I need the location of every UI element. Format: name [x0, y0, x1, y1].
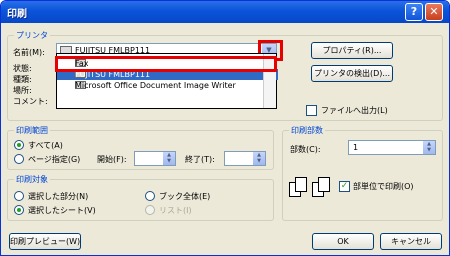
print-target-label: 印刷対象 — [14, 174, 50, 185]
collate-page-icon — [295, 177, 307, 192]
range-pages-label: ページ指定(G) — [28, 155, 81, 164]
collate-checkbox[interactable]: ✓ — [339, 181, 350, 192]
target-selection-radio[interactable] — [14, 191, 24, 201]
copies-input[interactable]: 1 ▲ ▼ — [348, 140, 436, 155]
properties-button[interactable]: プロパティ(R)... — [311, 42, 393, 59]
spin-arrows-icon[interactable]: ▲ ▼ — [423, 141, 435, 154]
range-from-label: 開始(F): — [97, 155, 127, 164]
copies-value: 1 — [353, 143, 359, 152]
printer-option-label: Microsoft Office Document Image Writer — [75, 81, 236, 90]
ok-button[interactable]: OK — [312, 233, 374, 250]
fax-option-highlight — [55, 56, 277, 72]
range-to-label: 終了(T): — [185, 155, 215, 164]
type-label: 種類: — [13, 75, 32, 84]
help-button[interactable]: ? — [405, 3, 423, 21]
printer-name-label: 名前(M): — [13, 48, 45, 57]
target-workbook-radio[interactable] — [145, 191, 155, 201]
title-bar: 印刷 ? ✕ — [1, 1, 449, 23]
window-title: 印刷 — [7, 9, 27, 20]
target-workbook-label: ブック全体(E) — [159, 192, 211, 201]
collate-label: 部単位で印刷(O) — [353, 182, 414, 191]
print-dialog: 印刷 ? ✕ プリンタ 名前(M): FUJITSU FMLBP111 ▼ 状態… — [0, 0, 450, 256]
print-to-file-label: ファイルへ出力(L) — [321, 106, 388, 115]
range-all-radio[interactable] — [14, 140, 24, 150]
collate-page-icon — [318, 177, 330, 192]
status-label: 状態: — [13, 64, 32, 73]
copies-label: 部数(C): — [290, 145, 321, 154]
target-sheet-label: 選択したシート(V) — [28, 206, 96, 215]
range-to-input[interactable]: ▲ ▼ — [224, 151, 266, 166]
target-sheet-radio[interactable] — [14, 205, 24, 215]
print-range-label: 印刷範囲 — [14, 125, 50, 136]
target-selection-label: 選択した部分(N) — [28, 192, 89, 201]
printer-group-label: プリンタ — [14, 30, 50, 41]
close-button[interactable]: ✕ — [425, 3, 443, 21]
printer-option-document-writer[interactable]: Microsoft Office Document Image Writer — [57, 80, 278, 91]
print-to-file-checkbox[interactable] — [306, 105, 317, 116]
range-pages-radio[interactable] — [14, 154, 24, 164]
spin-arrows-icon[interactable]: ▲ ▼ — [163, 152, 175, 165]
print-preview-button[interactable]: 印刷プレビュー(W) — [9, 233, 81, 250]
comment-label: コメント: — [13, 97, 48, 106]
target-list-label: リスト(I) — [159, 206, 192, 215]
range-all-label: すべて(A) — [28, 141, 63, 150]
where-label: 場所: — [13, 86, 32, 95]
range-from-input[interactable]: ▲ ▼ — [134, 151, 176, 166]
target-list-radio — [145, 205, 155, 215]
copies-group-label: 印刷部数 — [289, 125, 325, 136]
find-printer-button[interactable]: プリンタの検出(D)... — [311, 65, 393, 82]
spin-arrows-icon[interactable]: ▲ ▼ — [253, 152, 265, 165]
cancel-button[interactable]: キャンセル — [380, 233, 442, 250]
